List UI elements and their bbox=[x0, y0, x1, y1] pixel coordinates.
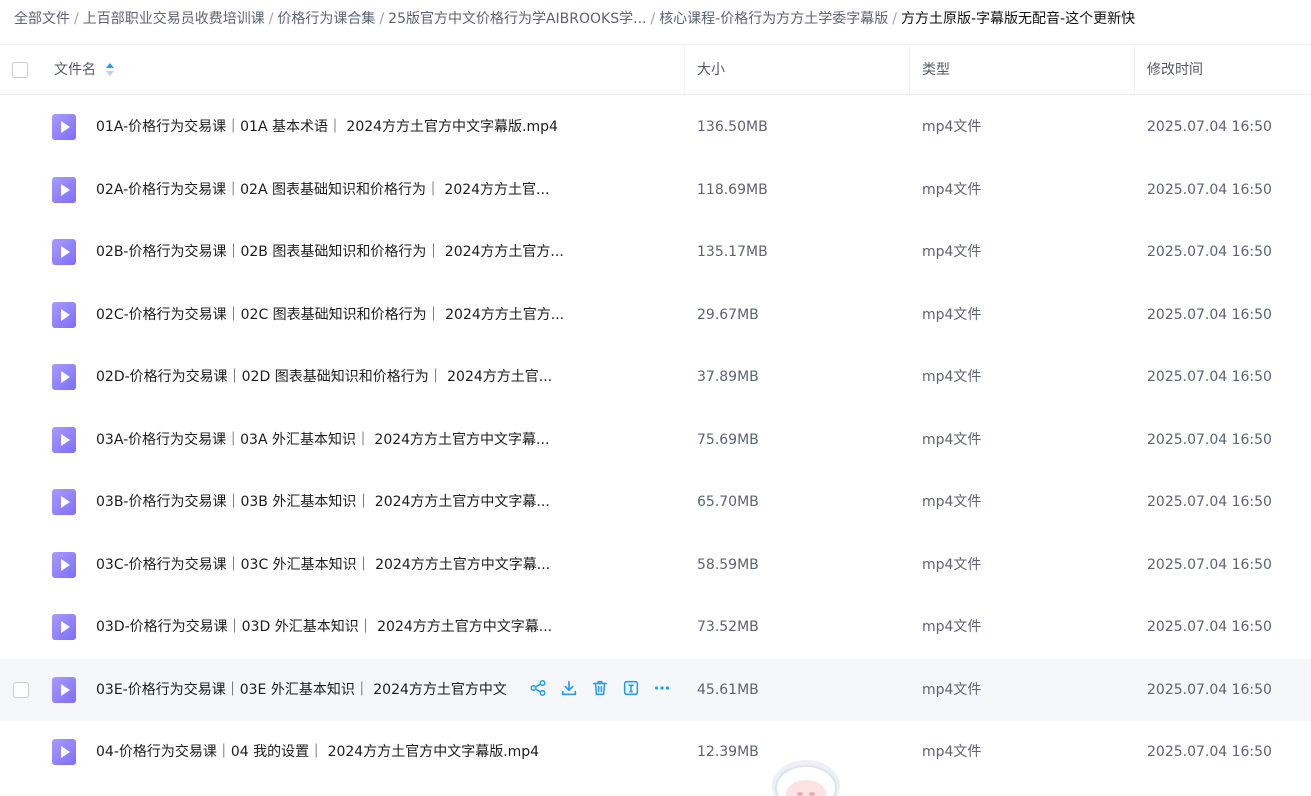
file-modified-time: 2025.07.04 16:50 bbox=[1147, 619, 1272, 635]
file-size: 29.67MB bbox=[697, 306, 759, 323]
column-divider[interactable] bbox=[909, 45, 910, 95]
file-modified-time: 2025.07.04 16:50 bbox=[1147, 556, 1272, 573]
file-size: 58.59MB bbox=[697, 556, 759, 573]
file-type: mp4文件 bbox=[922, 306, 982, 323]
file-size: 12.39MB bbox=[697, 744, 759, 760]
file-name[interactable]: 03B-价格行为交易课｜03B 外汇基本知识｜ 2024方方土官方中文字幕... bbox=[96, 471, 550, 533]
file-size: 118.69MB bbox=[697, 181, 768, 198]
breadcrumb-item[interactable]: 全部文件 bbox=[14, 11, 70, 27]
breadcrumb-separator: / bbox=[650, 11, 656, 27]
share-icon[interactable] bbox=[528, 678, 548, 698]
file-size: 136.50MB bbox=[697, 119, 768, 135]
file-type: mp4文件 bbox=[922, 619, 982, 635]
file-name[interactable]: 02D-价格行为交易课｜02D 图表基础知识和价格行为｜ 2024方方土官... bbox=[96, 346, 552, 408]
table-row[interactable]: 02D-价格行为交易课｜02D 图表基础知识和价格行为｜ 2024方方土官...… bbox=[0, 346, 1311, 408]
table-row[interactable]: 03E-价格行为交易课｜03E 外汇基本知识｜ 2024方方土官方中文 45.61… bbox=[0, 658, 1311, 721]
file-modified-time: 2025.07.04 16:50 bbox=[1147, 494, 1272, 510]
row-checkbox[interactable] bbox=[13, 681, 29, 698]
file-type: mp4文件 bbox=[922, 681, 982, 698]
breadcrumb-item[interactable]: 上百部职业交易员收费培训课 bbox=[83, 11, 265, 27]
video-file-icon[interactable] bbox=[52, 114, 76, 140]
file-type: mp4文件 bbox=[922, 369, 982, 385]
file-size: 135.17MB bbox=[697, 244, 768, 260]
more-icon[interactable] bbox=[652, 678, 672, 698]
rename-icon[interactable] bbox=[621, 678, 641, 698]
file-modified-time: 2025.07.04 16:50 bbox=[1147, 369, 1272, 385]
breadcrumb: 全部文件 / 上百部职业交易员收费培训课 / 价格行为课合集/25版官方中文价格行为学A… bbox=[14, 9, 1135, 29]
table-row[interactable]: 02A-价格行为交易课｜02A 图表基础知识和价格行为｜ 2024方方土官...… bbox=[0, 159, 1311, 221]
video-file-icon[interactable] bbox=[52, 301, 76, 328]
column-header-modified[interactable]: 修改时间 bbox=[1147, 45, 1203, 95]
file-name[interactable]: 03D-价格行为交易课｜03D 外汇基本知识｜ 2024方方土官方中文字幕... bbox=[96, 596, 552, 658]
file-modified-time: 2025.07.04 16:50 bbox=[1147, 744, 1272, 760]
file-name[interactable]: 02C-价格行为交易课｜02C 图表基础知识和价格行为｜ 2024方方土官方..… bbox=[96, 284, 564, 346]
table-row[interactable]: 02B-价格行为交易课｜02B 图表基础知识和价格行为｜ 2024方方土官方..… bbox=[0, 221, 1311, 283]
column-divider[interactable] bbox=[1134, 45, 1135, 95]
column-header-name-label: 文件名 bbox=[54, 62, 96, 78]
file-type: mp4文件 bbox=[922, 494, 982, 510]
video-file-icon[interactable] bbox=[52, 364, 76, 390]
file-modified-time: 2025.07.04 16:50 bbox=[1147, 181, 1272, 198]
file-modified-time: 2025.07.04 16:50 bbox=[1147, 244, 1272, 260]
table-header: 文件名 大小 类型 修改时间 bbox=[0, 44, 1311, 95]
table-row[interactable]: 02C-价格行为交易课｜02C 图表基础知识和价格行为｜ 2024方方土官方..… bbox=[0, 284, 1311, 346]
video-file-icon[interactable] bbox=[52, 739, 76, 765]
file-name[interactable]: 03C-价格行为交易课｜03C 外汇基本知识｜ 2024方方土官方中文字幕... bbox=[96, 534, 550, 596]
table-row[interactable]: 03B-价格行为交易课｜03B 外汇基本知识｜ 2024方方土官方中文字幕...… bbox=[0, 471, 1311, 533]
file-type: mp4文件 bbox=[922, 744, 982, 760]
file-name[interactable]: 02A-价格行为交易课｜02A 图表基础知识和价格行为｜ 2024方方土官... bbox=[96, 159, 549, 221]
video-file-icon[interactable] bbox=[52, 176, 76, 203]
file-type: mp4文件 bbox=[922, 556, 982, 573]
file-name[interactable]: 03A-价格行为交易课｜03A 外汇基本知识｜ 2024方方土官方中文字幕... bbox=[96, 409, 549, 471]
file-type: mp4文件 bbox=[922, 181, 982, 198]
breadcrumb-item[interactable]: 25版官方中文价格行为学AIBROOKS学... bbox=[388, 11, 646, 27]
file-modified-time: 2025.07.04 16:50 bbox=[1147, 119, 1272, 135]
breadcrumb-separator: / bbox=[379, 11, 385, 27]
file-type: mp4文件 bbox=[922, 244, 982, 260]
file-size: 65.70MB bbox=[697, 494, 759, 510]
table-row[interactable]: 03D-价格行为交易课｜03D 外汇基本知识｜ 2024方方土官方中文字幕...… bbox=[0, 596, 1311, 658]
video-file-icon[interactable] bbox=[52, 614, 76, 640]
table-row[interactable]: 03A-价格行为交易课｜03A 外汇基本知识｜ 2024方方土官方中文字幕...… bbox=[0, 409, 1311, 471]
video-file-icon[interactable] bbox=[52, 426, 76, 453]
download-icon[interactable] bbox=[559, 678, 579, 698]
breadcrumb-separator: / bbox=[892, 11, 897, 27]
column-header-type[interactable]: 类型 bbox=[922, 45, 950, 95]
file-modified-time: 2025.07.04 16:50 bbox=[1147, 306, 1272, 323]
file-name[interactable]: 03E-价格行为交易课｜03E 外汇基本知识｜ 2024方方土官方中文 bbox=[96, 659, 524, 721]
file-size: 45.61MB bbox=[697, 681, 759, 698]
table-row[interactable]: 04-价格行为交易课｜04 我的设置｜ 2024方方土官方中文字幕版.mp4 12… bbox=[0, 721, 1311, 783]
video-file-icon[interactable] bbox=[52, 551, 76, 578]
table-row[interactable]: 01A-价格行为交易课｜01A 基本术语｜ 2024方方土官方中文字幕版.mp4… bbox=[0, 96, 1311, 158]
column-header-name[interactable]: 文件名 bbox=[54, 45, 114, 95]
file-modified-time: 2025.07.04 16:50 bbox=[1147, 431, 1272, 448]
breadcrumb-separator: / bbox=[268, 11, 274, 27]
file-name[interactable]: 04-价格行为交易课｜04 我的设置｜ 2024方方土官方中文字幕版.mp4 bbox=[96, 721, 539, 783]
mascot-character-icon[interactable] bbox=[770, 756, 842, 796]
breadcrumb-separator: / bbox=[74, 11, 79, 27]
file-name[interactable]: 02B-价格行为交易课｜02B 图表基础知识和价格行为｜ 2024方方土官方..… bbox=[96, 221, 564, 283]
breadcrumb-item[interactable]: 核心课程-价格行为方方土学委字幕版 bbox=[659, 11, 888, 27]
video-file-icon[interactable] bbox=[52, 489, 76, 515]
video-file-icon[interactable] bbox=[52, 239, 76, 265]
file-type: mp4文件 bbox=[922, 119, 982, 135]
table-row[interactable]: 03C-价格行为交易课｜03C 外汇基本知识｜ 2024方方土官方中文字幕...… bbox=[0, 534, 1311, 596]
column-header-size[interactable]: 大小 bbox=[697, 45, 725, 95]
select-all-checkbox[interactable] bbox=[12, 62, 28, 78]
breadcrumb-item[interactable]: 价格行为课合集 bbox=[277, 11, 375, 27]
file-modified-time: 2025.07.04 16:50 bbox=[1147, 681, 1272, 698]
column-divider[interactable] bbox=[684, 45, 685, 95]
breadcrumb-current: 方方土原版-字幕版无配音-这个更新快 bbox=[900, 11, 1136, 27]
sort-icon[interactable] bbox=[106, 63, 114, 77]
video-file-icon[interactable] bbox=[52, 676, 76, 703]
file-type: mp4文件 bbox=[922, 431, 982, 448]
file-name[interactable]: 01A-价格行为交易课｜01A 基本术语｜ 2024方方土官方中文字幕版.mp4 bbox=[96, 96, 558, 158]
delete-icon[interactable] bbox=[590, 678, 610, 698]
file-size: 73.52MB bbox=[697, 619, 759, 635]
file-size: 75.69MB bbox=[697, 431, 759, 448]
file-size: 37.89MB bbox=[697, 369, 759, 385]
